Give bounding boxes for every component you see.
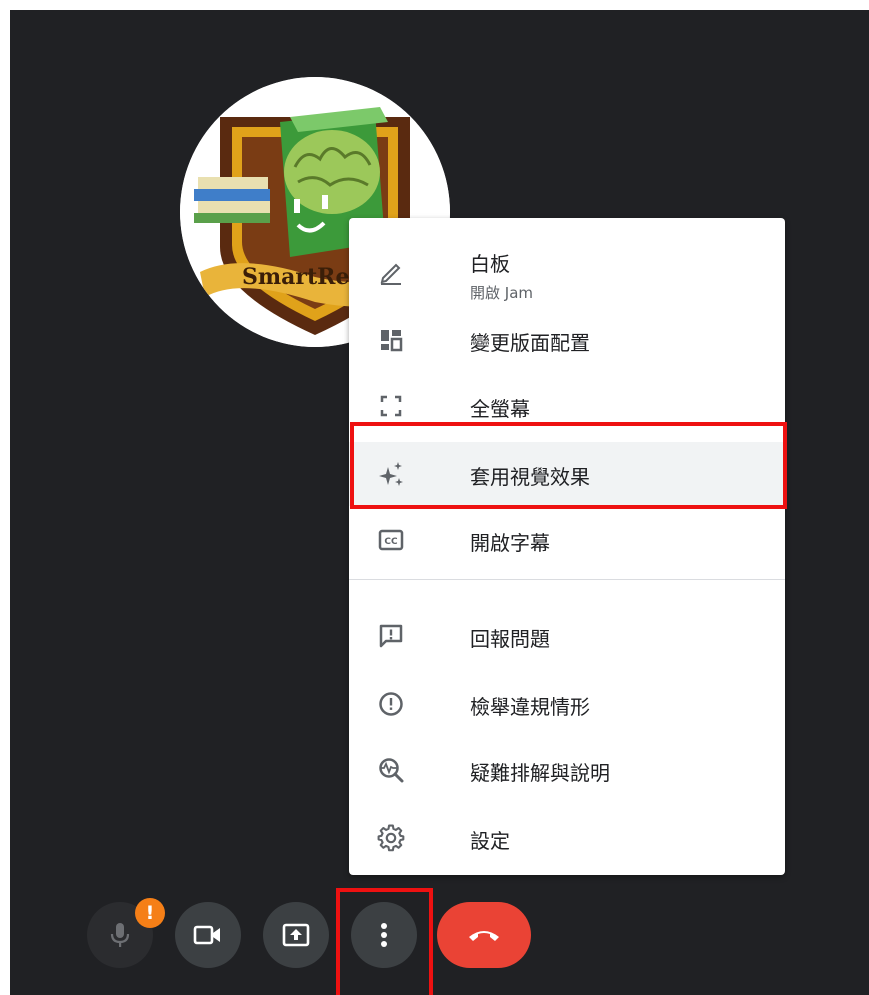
menu-item-label: 全螢幕	[470, 397, 530, 421]
hang-up-icon	[469, 931, 499, 941]
layout-icon	[377, 326, 405, 354]
menu-divider	[349, 579, 785, 580]
svg-text:SmartRea: SmartRea	[242, 264, 364, 290]
menu-item-troubleshooting[interactable]: 疑難排解與說明	[349, 740, 785, 800]
fullscreen-icon	[377, 392, 405, 420]
menu-item-label: 變更版面配置	[470, 331, 590, 355]
menu-item-label: 回報問題	[470, 627, 550, 651]
svg-text:CC: CC	[384, 537, 398, 547]
menu-item-report-problem[interactable]: 回報問題	[349, 606, 785, 666]
meeting-stage: SmartRea 白板 開啟 Jam 變更版面配置 全螢幕 套用視覺效果 CC …	[10, 10, 869, 995]
menu-item-label: 開啟字幕	[470, 531, 550, 555]
camera-icon	[193, 925, 220, 945]
present-screen-icon	[282, 923, 310, 947]
menu-item-settings[interactable]: 設定	[349, 808, 785, 868]
menu-item-label: 白板	[470, 252, 510, 276]
menu-item-change-layout[interactable]: 變更版面配置	[349, 310, 785, 370]
highlight-box-visual-effects	[350, 422, 787, 509]
feedback-icon	[377, 622, 405, 650]
menu-item-label: 疑難排解與說明	[470, 761, 610, 785]
captions-icon: CC	[377, 526, 405, 554]
menu-item-report-abuse[interactable]: 檢舉違規情形	[349, 674, 785, 734]
present-screen-button[interactable]	[263, 902, 329, 968]
menu-item-sublabel: 開啟 Jam	[470, 284, 533, 302]
warning-badge: !	[135, 898, 165, 928]
report-icon	[377, 690, 405, 718]
menu-item-captions[interactable]: CC 開啟字幕	[349, 510, 785, 570]
more-vertical-icon	[381, 923, 387, 947]
menu-item-label: 設定	[470, 829, 510, 853]
more-options-menu: 白板 開啟 Jam 變更版面配置 全螢幕 套用視覺效果 CC 開啟字幕 回報問題…	[349, 218, 785, 875]
menu-item-whiteboard[interactable]: 白板 開啟 Jam	[349, 234, 785, 310]
pencil-icon	[377, 258, 405, 286]
troubleshoot-icon	[377, 756, 405, 784]
leave-call-button[interactable]	[437, 902, 531, 968]
more-options-button[interactable]	[351, 902, 417, 968]
microphone-icon	[110, 923, 130, 947]
camera-button[interactable]	[175, 902, 241, 968]
menu-item-label: 檢舉違規情形	[470, 695, 590, 719]
gear-icon	[377, 824, 405, 852]
